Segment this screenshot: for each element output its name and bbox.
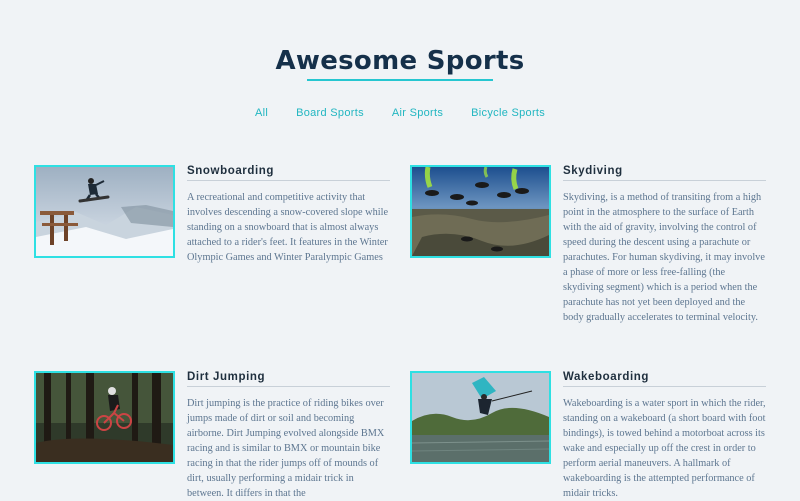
card-description: Skydiving, is a method of transiting fro… (563, 192, 765, 323)
filter-nav: All Board Sports Air Sports Bicycle Spor… (0, 103, 800, 123)
page-title: Awesome Sports (275, 46, 525, 76)
card-title[interactable]: Wakeboarding (563, 371, 766, 387)
card-description: A recreational and competitive activity … (187, 192, 389, 263)
filter-air-sports[interactable]: Air Sports (378, 103, 457, 123)
skydiving-body: Skydiving Skydiving, is a method of tran… (563, 165, 766, 325)
snowboarding-body: Snowboarding A recreational and competit… (187, 165, 390, 265)
skydiving-image[interactable] (410, 165, 551, 258)
wakeboarding-body: Wakeboarding Wakeboarding is a water spo… (563, 371, 766, 501)
card-description: Wakeboarding is a water sport in which t… (563, 398, 766, 499)
filter-all[interactable]: All (241, 103, 282, 123)
card-title[interactable]: Snowboarding (187, 165, 390, 181)
title-underline (307, 79, 493, 81)
filter-bicycle-sports[interactable]: Bicycle Sports (457, 103, 559, 123)
card-title[interactable]: Dirt Jumping (187, 371, 390, 387)
card-title[interactable]: Skydiving (563, 165, 766, 181)
snowboarding-image[interactable] (34, 165, 175, 258)
dirt-jumping-body: Dirt Jumping Dirt jumping is the practic… (187, 371, 390, 501)
filter-board-sports[interactable]: Board Sports (282, 103, 378, 123)
card-description: Dirt jumping is the practice of riding b… (187, 398, 385, 499)
page-header: Awesome Sports (0, 0, 800, 81)
wakeboarding-image[interactable] (410, 371, 551, 464)
dirt-jumping-image[interactable] (34, 371, 175, 464)
